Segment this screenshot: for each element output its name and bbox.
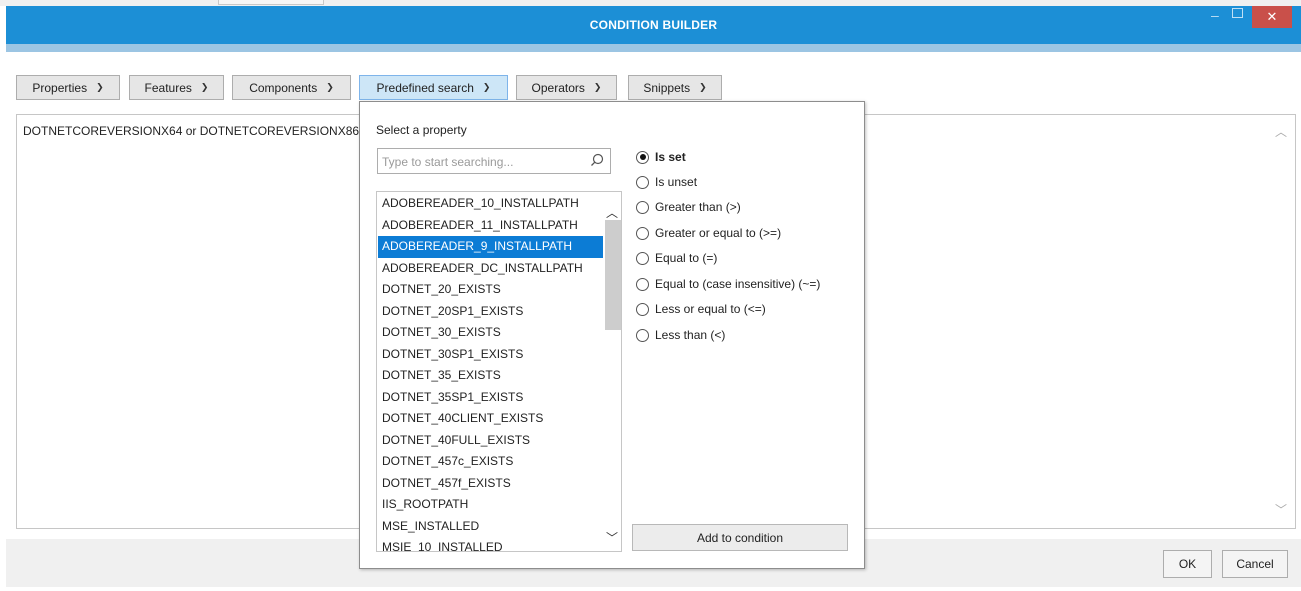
chevron-down-icon: ❯ xyxy=(200,82,209,92)
scroll-up-icon[interactable]: ︿ xyxy=(1275,123,1287,140)
radio-circle[interactable] xyxy=(636,277,649,291)
predefined-search-menu-button[interactable]: Predefined search ❯ xyxy=(359,75,508,100)
operator-label: Greater or equal to (>=) xyxy=(655,226,782,240)
property-list-item[interactable]: ADOBEREADER_9_INSTALLPATH xyxy=(378,236,603,258)
operator-label: Equal to (=) xyxy=(655,251,718,265)
property-list-item[interactable]: DOTNET_30_EXISTS xyxy=(378,322,603,344)
radio-circle[interactable] xyxy=(636,226,649,240)
operator-radio[interactable]: Is unset xyxy=(636,173,697,191)
operator-radio[interactable]: Is set xyxy=(636,148,686,166)
property-list-item[interactable]: MSIE_10_INSTALLED xyxy=(378,537,603,551)
operator-label: Is set xyxy=(655,150,686,164)
property-list-item[interactable]: DOTNET_457f_EXISTS xyxy=(378,473,603,495)
cancel-button[interactable]: Cancel xyxy=(1222,550,1288,578)
list-scrollbar[interactable]: ︿ ﹀ xyxy=(603,192,621,551)
chevron-down-icon[interactable]: ﹀ xyxy=(606,529,618,546)
predefined-search-popup: Select a property Type to start searchin… xyxy=(359,101,865,569)
radio-circle[interactable] xyxy=(636,200,649,214)
scroll-down-icon[interactable]: ﹀ xyxy=(1275,501,1287,518)
search-placeholder: Type to start searching... xyxy=(382,155,514,169)
components-menu-label: Components xyxy=(249,80,318,95)
snippets-menu-label: Snippets xyxy=(643,80,691,95)
properties-menu-label: Properties xyxy=(32,80,88,95)
property-list-item[interactable]: ADOBEREADER_10_INSTALLPATH xyxy=(378,193,603,215)
title-subbar xyxy=(6,44,1301,52)
property-list-item[interactable]: DOTNET_40CLIENT_EXISTS xyxy=(378,408,603,430)
operator-label: Greater than (>) xyxy=(655,200,741,214)
minimize-icon[interactable]: – xyxy=(1211,7,1219,23)
select-property-label: Select a property xyxy=(376,123,467,137)
property-list[interactable]: ADOBEREADER_10_INSTALLPATH ADOBEREADER_11… xyxy=(378,193,603,551)
operator-radio[interactable]: Equal to (=) xyxy=(636,249,717,267)
components-menu-button[interactable]: Components ❯ xyxy=(232,75,351,100)
search-icon[interactable] xyxy=(590,153,604,167)
property-list-item[interactable]: IIS_ROOTPATH xyxy=(378,494,603,516)
title-bar: CONDITION BUILDER – ✕ xyxy=(6,6,1301,44)
operator-radio[interactable]: Greater than (>) xyxy=(636,198,741,216)
chevron-down-icon: ❯ xyxy=(326,82,334,92)
operator-radio[interactable]: Less or equal to (<=) xyxy=(636,300,766,318)
operator-radio[interactable]: Equal to (case insensitive) (~=) xyxy=(636,275,820,293)
ok-button[interactable]: OK xyxy=(1163,550,1212,578)
radio-circle[interactable] xyxy=(636,175,649,189)
features-menu-label: Features xyxy=(144,80,192,95)
property-list-item[interactable]: DOTNET_35SP1_EXISTS xyxy=(378,387,603,409)
predefined-search-menu-label: Predefined search xyxy=(376,80,474,95)
chevron-down-icon: ❯ xyxy=(96,82,104,92)
chevron-down-icon: ❯ xyxy=(593,82,602,92)
features-menu-button[interactable]: Features ❯ xyxy=(129,75,224,100)
operator-label: Less or equal to (<=) xyxy=(655,302,766,316)
radio-circle[interactable] xyxy=(636,150,649,164)
snippets-menu-button[interactable]: Snippets ❯ xyxy=(628,75,722,100)
operator-label: Is unset xyxy=(655,175,698,189)
operator-label: Equal to (case insensitive) (~=) xyxy=(655,277,821,291)
property-search-input[interactable]: Type to start searching... xyxy=(377,148,611,174)
property-list-item[interactable]: DOTNET_20SP1_EXISTS xyxy=(378,301,603,323)
condition-expression[interactable]: DOTNETCOREVERSIONX64 or DOTNETCOREVERSIO… xyxy=(23,124,359,138)
operator-label: Less than (<) xyxy=(655,328,726,342)
maximize-icon[interactable] xyxy=(1232,8,1243,18)
radio-circle[interactable] xyxy=(636,302,649,316)
operator-radio[interactable]: Less than (<) xyxy=(636,326,725,344)
chevron-up-icon[interactable]: ︿ xyxy=(606,204,618,221)
chevron-up-icon: ❯ xyxy=(482,82,491,92)
scrollbar-thumb[interactable] xyxy=(605,220,621,330)
property-list-item[interactable]: DOTNET_20_EXISTS xyxy=(378,279,603,301)
properties-menu-button[interactable]: Properties ❯ xyxy=(16,75,120,100)
chevron-down-icon: ❯ xyxy=(699,82,707,92)
close-icon[interactable]: ✕ xyxy=(1252,6,1292,28)
operators-menu-label: Operators xyxy=(531,80,585,95)
property-list-item[interactable]: DOTNET_30SP1_EXISTS xyxy=(378,344,603,366)
property-list-item[interactable]: ADOBEREADER_DC_INSTALLPATH xyxy=(378,258,603,280)
property-list-item[interactable]: DOTNET_457c_EXISTS xyxy=(378,451,603,473)
radio-circle[interactable] xyxy=(636,328,649,342)
background-tab xyxy=(218,0,324,5)
add-to-condition-button[interactable]: Add to condition xyxy=(632,524,848,551)
window-title: CONDITION BUILDER xyxy=(589,18,718,32)
property-listbox[interactable]: ADOBEREADER_10_INSTALLPATH ADOBEREADER_11… xyxy=(376,191,622,552)
property-list-item[interactable]: DOTNET_35_EXISTS xyxy=(378,365,603,387)
property-list-item[interactable]: DOTNET_40FULL_EXISTS xyxy=(378,430,603,452)
operators-menu-button[interactable]: Operators ❯ xyxy=(516,75,617,100)
property-list-item[interactable]: ADOBEREADER_11_INSTALLPATH xyxy=(378,215,603,237)
property-list-item[interactable]: MSE_INSTALLED xyxy=(378,516,603,538)
operator-radio[interactable]: Greater or equal to (>=) xyxy=(636,224,781,242)
radio-circle[interactable] xyxy=(636,251,649,265)
